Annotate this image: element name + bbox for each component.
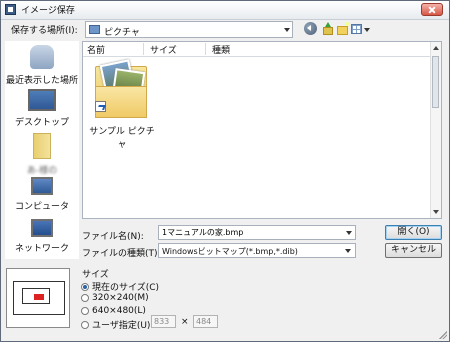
column-header: 名前 サイズ 種類 [83, 42, 433, 57]
desktop-icon [28, 89, 56, 111]
views-menu-icon[interactable] [351, 22, 370, 36]
pictures-folder-icon [89, 25, 100, 34]
size-option-label: 現在のサイズ(C) [92, 283, 160, 293]
column-type[interactable]: 種類 [205, 43, 272, 56]
size-option-label: ユーザ指定(U) [92, 321, 151, 331]
recent-places-icon [30, 45, 54, 69]
places-bar: 最近表示した場所 デスクトップ あ-様の コンピュータ ネットワーク [5, 41, 79, 259]
lookin-value: ピクチャ [104, 28, 140, 38]
scroll-down-icon[interactable] [433, 210, 439, 214]
vertical-scrollbar[interactable] [430, 42, 441, 218]
column-name[interactable]: 名前 [87, 43, 143, 56]
file-name-label: サンプル ピクチャ [89, 127, 155, 150]
radio-button[interactable] [81, 294, 89, 302]
filetype-label: ファイルの種類(T): [82, 249, 161, 259]
title-bar: イメージ保存 [1, 1, 449, 20]
place-label: あ-様の [26, 166, 58, 176]
size-option-320x240[interactable]: 320×240(M) [81, 293, 149, 303]
filename-label: ファイル名(N): [82, 232, 144, 242]
cancel-button[interactable]: キャンセル [385, 243, 442, 258]
chevron-down-icon[interactable] [284, 28, 290, 32]
network-icon [31, 219, 53, 237]
radio-button[interactable] [81, 320, 89, 329]
custom-width-input[interactable]: 833 [151, 315, 176, 328]
size-group-title: サイズ [82, 270, 109, 280]
lookin-combo[interactable]: ピクチャ [85, 21, 293, 38]
user-documents-icon [33, 133, 51, 159]
floorplan-thumbnail [13, 281, 65, 315]
filename-input[interactable] [158, 225, 356, 240]
size-option-current[interactable]: 現在のサイズ(C) [81, 280, 159, 293]
place-label: デスクトップ [14, 118, 69, 128]
computer-icon [31, 177, 53, 195]
place-label: 最近表示した場所 [5, 76, 78, 86]
save-image-dialog: イメージ保存 保存する場所(I): ピクチャ 最近表示した場所 デスクトップ あ… [0, 0, 450, 342]
size-option-label: 640×480(L) [92, 306, 146, 316]
filetype-value: Windowsビットマップ(*.bmp,*.dib) [162, 247, 298, 256]
chevron-down-icon[interactable] [345, 249, 351, 253]
folder-icon [95, 59, 149, 118]
place-computer[interactable]: コンピュータ [5, 177, 79, 212]
image-preview [6, 268, 70, 328]
size-option-640x480[interactable]: 640×480(L) [81, 306, 146, 316]
place-user-documents[interactable]: あ-様の [5, 133, 79, 176]
close-button[interactable] [421, 3, 443, 16]
shortcut-arrow-icon [95, 101, 106, 112]
place-label: コンピュータ [14, 202, 69, 212]
times-sign: × [181, 317, 189, 327]
size-option-custom[interactable]: ユーザ指定(U) [81, 318, 150, 331]
place-label: ネットワーク [14, 244, 69, 254]
new-folder-icon[interactable] [336, 22, 350, 36]
resize-grip[interactable] [439, 331, 447, 339]
radio-button[interactable] [81, 282, 89, 291]
up-folder-icon[interactable] [321, 22, 335, 36]
filetype-select[interactable]: Windowsビットマップ(*.bmp,*.dib) [158, 243, 356, 258]
app-icon [5, 4, 16, 15]
column-size[interactable]: サイズ [143, 43, 210, 56]
window-title: イメージ保存 [21, 6, 75, 16]
scroll-up-icon[interactable] [433, 46, 439, 50]
radio-button[interactable] [81, 307, 89, 315]
back-icon[interactable] [304, 22, 317, 35]
chevron-down-icon[interactable] [346, 231, 352, 235]
place-desktop[interactable]: デスクトップ [5, 89, 79, 128]
open-button[interactable]: 開く(O) [385, 225, 442, 240]
custom-height-input[interactable]: 484 [193, 315, 218, 328]
scroll-thumb[interactable] [432, 56, 439, 108]
size-option-label: 320×240(M) [92, 293, 149, 303]
list-item[interactable]: サンプル ピクチャ [85, 56, 159, 150]
lookin-label: 保存する場所(I): [11, 26, 78, 36]
place-recent[interactable]: 最近表示した場所 [5, 45, 79, 86]
place-network[interactable]: ネットワーク [5, 219, 79, 254]
file-list[interactable]: 名前 サイズ 種類 サンプル ピクチャ [82, 41, 442, 219]
